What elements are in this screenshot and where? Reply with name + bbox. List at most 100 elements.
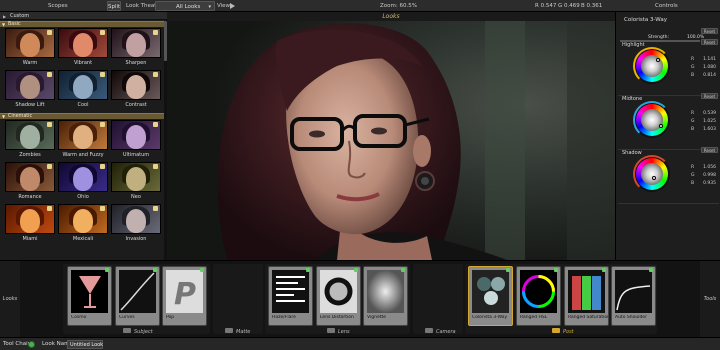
wheel-accent-arc: [633, 101, 671, 139]
status-bar: Tool Chain: Look Name: Untitled Look: [0, 337, 720, 350]
reset-button[interactable]: Reset: [701, 28, 718, 34]
wheel-accent-arc: [633, 47, 671, 85]
tool-preview: [272, 270, 309, 313]
tool-auto-shoulder[interactable]: Auto Shoulder: [611, 266, 656, 326]
favorite-icon[interactable]: [153, 72, 158, 77]
look-thumbnail[interactable]: [5, 162, 55, 192]
favorite-icon[interactable]: [47, 30, 52, 35]
color-wheel-highlight[interactable]: [633, 47, 671, 85]
favorite-icon[interactable]: [47, 206, 52, 211]
look-thumbnail[interactable]: [58, 204, 108, 234]
tool-enabled-icon[interactable]: [649, 268, 653, 272]
tool-pop[interactable]: P Pop: [162, 266, 207, 326]
channel-value-b[interactable]: 0.935: [696, 181, 716, 186]
favorite-icon[interactable]: [100, 164, 105, 169]
looks-side-tab[interactable]: Looks: [0, 261, 20, 338]
tool-cosmo[interactable]: Cosmo: [67, 266, 112, 326]
favorite-icon[interactable]: [100, 72, 105, 77]
tool-preview: [367, 270, 404, 313]
reset-button[interactable]: Reset: [701, 39, 718, 45]
channel-value-b[interactable]: 1.603: [696, 127, 716, 132]
favorite-icon[interactable]: [153, 122, 158, 127]
look-thumbnail[interactable]: [111, 28, 161, 58]
tool-enabled-icon[interactable]: [105, 268, 109, 272]
look-thumbnail[interactable]: [5, 70, 55, 100]
tool-vignette[interactable]: Vignette: [363, 266, 408, 326]
tool-colorista-3-way[interactable]: Colorista 3-Way: [468, 266, 513, 326]
look-thumbnail[interactable]: [58, 70, 108, 100]
tool-enabled-icon[interactable]: [200, 268, 204, 272]
tool-curves[interactable]: Curves: [115, 266, 160, 326]
favorite-icon[interactable]: [47, 72, 52, 77]
tool-enabled-icon[interactable]: [153, 268, 157, 272]
favorite-icon[interactable]: [153, 164, 158, 169]
color-wheel-shadow[interactable]: [633, 155, 671, 193]
look-thumbnail[interactable]: [111, 70, 161, 100]
tool-name: Haze/Flare: [272, 315, 296, 320]
wheel-handle[interactable]: [652, 176, 656, 180]
tool-enabled-icon[interactable]: [506, 268, 510, 272]
tool-enabled-icon[interactable]: [401, 268, 405, 272]
scopes-label: Scopes: [48, 3, 68, 9]
split-button[interactable]: Split: [107, 1, 121, 11]
play-icon[interactable]: [230, 3, 235, 9]
tool-preview: P: [166, 270, 203, 313]
favorite-icon[interactable]: [153, 206, 158, 211]
group-label-lens: Lens: [338, 329, 350, 335]
look-thumbnail[interactable]: [111, 204, 161, 234]
looks-browser-panel: ▶ Custom ▼ Basic Warm Vibrant Sharpen Shadow …: [0, 12, 167, 260]
color-wheel-midtone[interactable]: [633, 101, 671, 139]
channel-value-g[interactable]: 0.998: [696, 173, 716, 178]
channel-value-g[interactable]: 1.080: [696, 65, 716, 70]
group-label-subject: Subject: [134, 329, 153, 335]
channel-value-b[interactable]: 0.814: [696, 73, 716, 78]
favorite-icon[interactable]: [100, 30, 105, 35]
look-thumbnail[interactable]: [5, 120, 55, 150]
channel-value-r[interactable]: 1.141: [696, 57, 716, 62]
wheel-handle[interactable]: [659, 124, 663, 128]
portrait-image: [167, 21, 615, 260]
tool-ranged-saturation[interactable]: Ranged Saturation: [564, 266, 609, 326]
favorite-icon[interactable]: [100, 206, 105, 211]
look-thumbnail-label: Neo: [131, 194, 141, 200]
tool-lens-distortion[interactable]: Lens Distortion: [316, 266, 361, 326]
image-viewer[interactable]: Looks: [167, 12, 615, 260]
section-basic[interactable]: ▼ Basic: [0, 21, 164, 27]
look-thumbnail[interactable]: [58, 162, 108, 192]
favorite-icon[interactable]: [47, 122, 52, 127]
channel-value-r[interactable]: 0.539: [696, 111, 716, 116]
look-thumbnail[interactable]: [5, 204, 55, 234]
tool-haze-flare[interactable]: Haze/Flare: [268, 266, 313, 326]
channel-label-r: R: [691, 165, 695, 170]
custom-header[interactable]: ▶ Custom: [0, 12, 167, 20]
channel-value-r[interactable]: 1.056: [696, 165, 716, 170]
wheel-handle[interactable]: [656, 58, 660, 62]
group-icon: [425, 328, 433, 333]
channel-value-g[interactable]: 1.025: [696, 119, 716, 124]
look-thumbnail[interactable]: [5, 28, 55, 58]
tool-enabled-icon[interactable]: [554, 268, 558, 272]
favorite-icon[interactable]: [153, 30, 158, 35]
tool-preview: [472, 270, 509, 313]
favorite-icon[interactable]: [47, 164, 52, 169]
tool-enabled-icon[interactable]: [354, 268, 358, 272]
look-thumbnail[interactable]: [58, 120, 108, 150]
look-thumbnail[interactable]: [58, 28, 108, 58]
look-thumbnail[interactable]: [111, 120, 161, 150]
section-cinematic[interactable]: ▼ Cinematic: [0, 113, 164, 119]
group-icon: [225, 328, 233, 333]
reset-button[interactable]: Reset: [701, 93, 718, 99]
power-icon[interactable]: [28, 341, 35, 348]
tool-enabled-icon[interactable]: [602, 268, 606, 272]
collapse-icon: ▼: [2, 114, 6, 119]
look-theater-select[interactable]: All Looks ▾: [155, 1, 215, 11]
tool-name: Lens Distortion: [320, 315, 354, 320]
tools-side-tab[interactable]: Tools: [700, 261, 720, 338]
tool-ranged-hsl[interactable]: Ranged HSL: [516, 266, 561, 326]
look-name-field[interactable]: Untitled Look: [67, 340, 103, 349]
reset-button[interactable]: Reset: [701, 147, 718, 153]
look-thumbnail[interactable]: [111, 162, 161, 192]
tool-enabled-icon[interactable]: [306, 268, 310, 272]
favorite-icon[interactable]: [100, 122, 105, 127]
divider: [618, 203, 719, 204]
